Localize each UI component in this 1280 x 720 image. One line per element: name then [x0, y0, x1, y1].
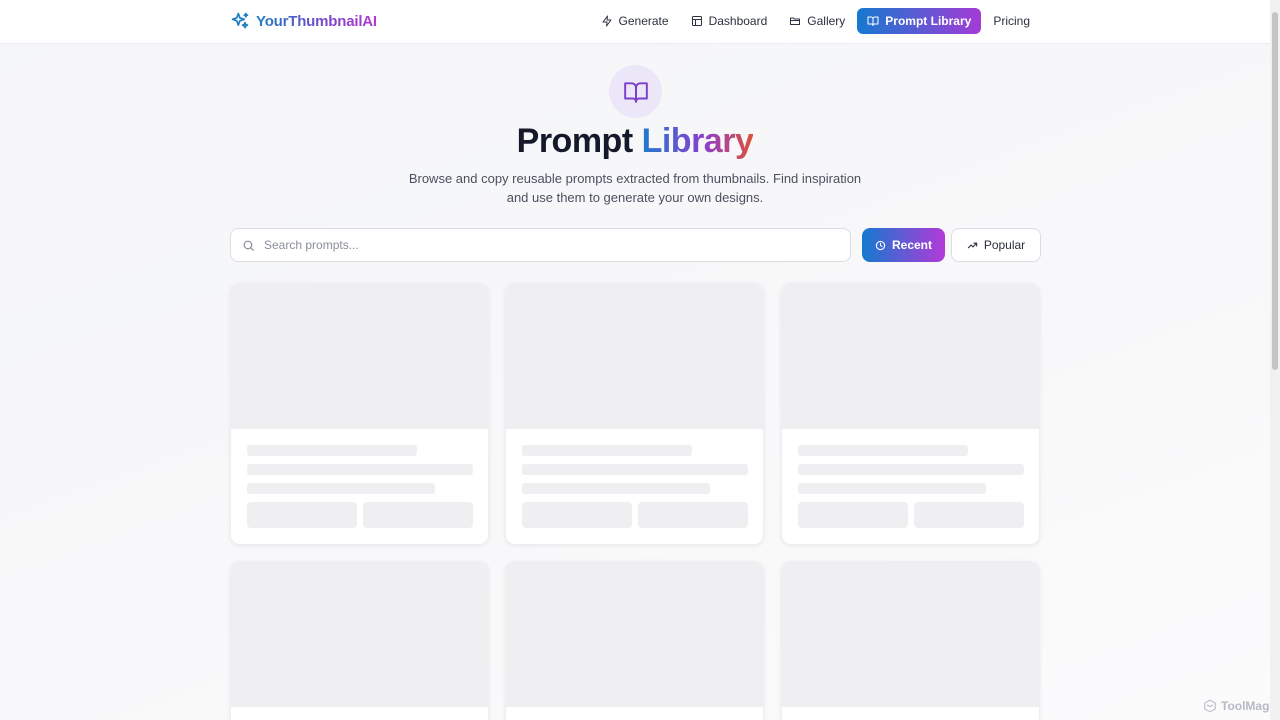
card-thumbnail-placeholder [506, 284, 763, 429]
layout-icon [691, 16, 702, 26]
folder-icon [790, 17, 801, 25]
sparkles-icon [231, 12, 249, 29]
prompt-card-skeleton [781, 283, 1040, 545]
prompt-card-skeleton [781, 561, 1040, 720]
trending-up-icon [967, 242, 977, 248]
skeleton-button [522, 502, 632, 528]
skeleton-button [914, 502, 1024, 528]
search-box[interactable] [230, 228, 851, 262]
nav-dashboard[interactable]: Dashboard [681, 8, 778, 34]
nav-gallery[interactable]: Gallery [779, 8, 855, 34]
skeleton-button [798, 502, 908, 528]
prompt-card-skeleton [230, 561, 489, 720]
nav-pricing-label: Pricing [993, 14, 1030, 28]
skeleton-line [247, 464, 473, 475]
skeleton-line [798, 483, 986, 494]
brand-name: YourThumbnailAI [256, 12, 377, 30]
skeleton-button [638, 502, 748, 528]
skeleton-button [247, 502, 357, 528]
toolmage-logo-icon [1204, 699, 1216, 713]
page-subtitle: Browse and copy reusable prompts extract… [408, 171, 862, 205]
top-header: YourThumbnailAI Generate Dashboard Galle… [0, 0, 1270, 44]
nav-gallery-label: Gallery [807, 14, 846, 28]
page-title-accent: Library [641, 122, 754, 160]
skeleton-line [247, 483, 435, 494]
prompt-card-skeleton [505, 561, 764, 720]
skeleton-line [798, 464, 1024, 475]
popular-filter-button[interactable]: Popular [951, 228, 1041, 262]
skeleton-line [798, 445, 968, 456]
recent-filter-button[interactable]: Recent [862, 228, 945, 262]
skeleton-line [522, 464, 748, 475]
nav-generate-label: Generate [618, 14, 669, 28]
skeleton-line [247, 445, 417, 456]
nav-prompt-library-label: Prompt Library [885, 14, 972, 28]
skeleton-line [522, 445, 692, 456]
book-open-icon [623, 81, 648, 103]
prompt-card-skeleton [230, 283, 489, 545]
page-scrollbar-thumb[interactable] [1272, 12, 1278, 370]
nav-prompt-library[interactable]: Prompt Library [857, 8, 982, 34]
watermark: ToolMage [1203, 699, 1276, 713]
zap-icon [602, 15, 612, 27]
prompt-card-skeleton [505, 283, 764, 545]
page-title: Prompt Library [0, 122, 1270, 161]
nav-generate[interactable]: Generate [591, 8, 679, 34]
main-nav: Generate Dashboard Gallery Prompt Librar… [591, 8, 1040, 34]
card-thumbnail-placeholder [231, 562, 488, 707]
clock-icon [875, 240, 886, 250]
skeleton-button [363, 502, 473, 528]
nav-pricing[interactable]: Pricing [983, 8, 1040, 34]
skeleton-line [522, 483, 710, 494]
page-title-part1: Prompt [516, 122, 642, 160]
search-icon [243, 240, 254, 251]
card-thumbnail-placeholder [782, 562, 1039, 707]
card-thumbnail-placeholder [506, 562, 763, 707]
card-thumbnail-placeholder [782, 284, 1039, 429]
hero-icon-circle [609, 65, 662, 118]
card-thumbnail-placeholder [231, 284, 488, 429]
nav-dashboard-label: Dashboard [708, 14, 768, 28]
watermark-text: ToolMage [1221, 699, 1277, 713]
recent-filter-label: Recent [891, 238, 932, 252]
popular-filter-label: Popular [983, 238, 1026, 252]
brand-logo[interactable]: YourThumbnailAI [230, 11, 377, 31]
search-input[interactable] [264, 238, 824, 252]
book-open-icon [867, 16, 879, 26]
